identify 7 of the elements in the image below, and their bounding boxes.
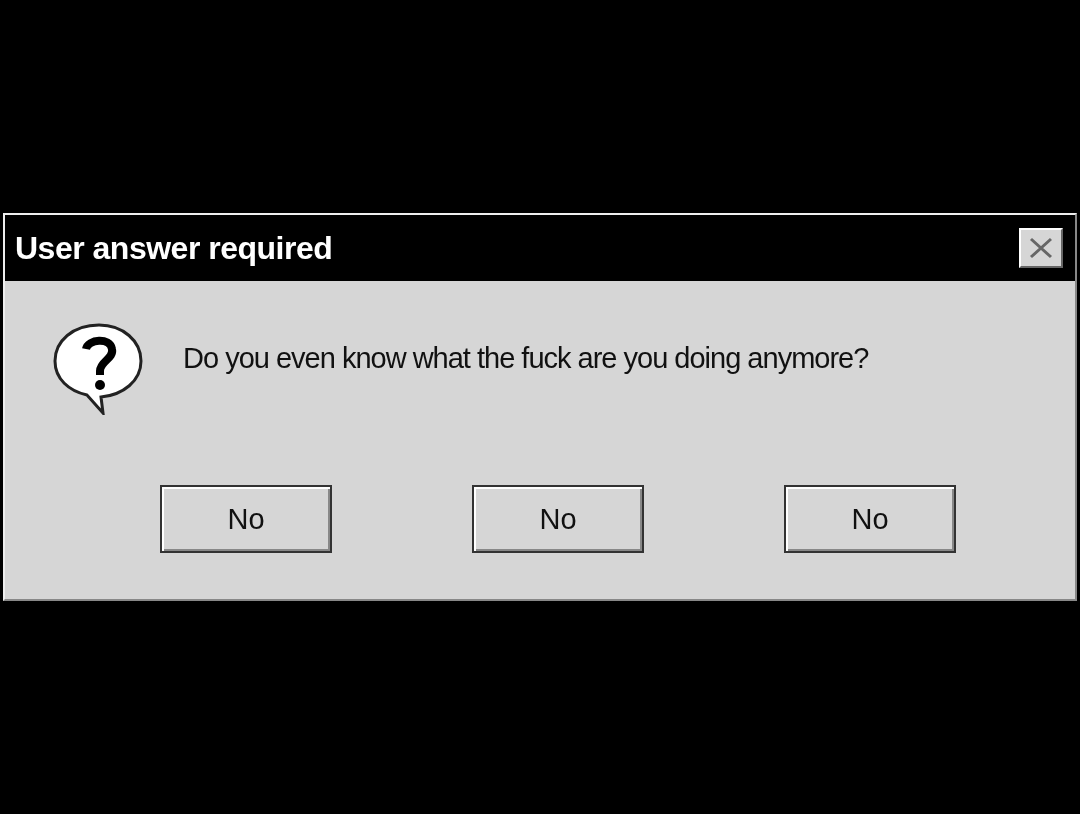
window-title: User answer required	[15, 229, 333, 267]
close-button[interactable]	[1019, 228, 1063, 268]
no-button[interactable]: No	[784, 485, 956, 553]
message-text: Do you even know what the fuck are you doing anymore?	[183, 341, 869, 376]
close-icon	[1028, 236, 1054, 260]
no-button[interactable]: No	[472, 485, 644, 553]
no-button[interactable]: No	[160, 485, 332, 553]
